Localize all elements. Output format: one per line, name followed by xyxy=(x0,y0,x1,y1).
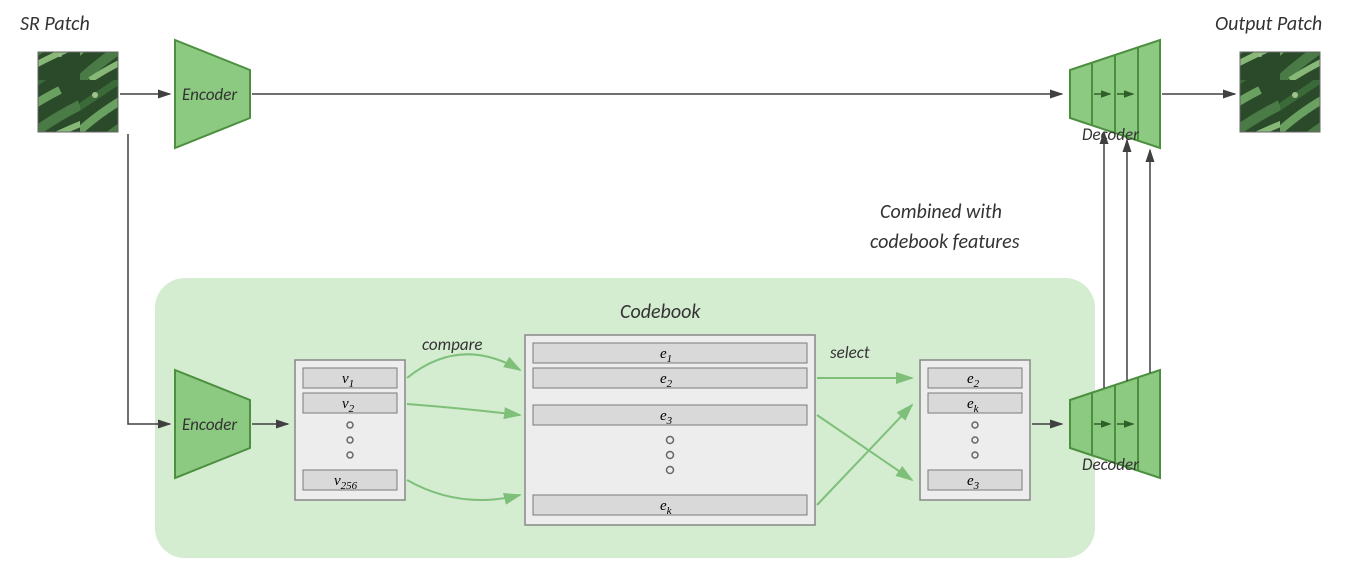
selected-box: e2 ek e3 xyxy=(920,360,1030,500)
sel-1-sub: 2 xyxy=(974,378,980,390)
cb-e1-sub: 1 xyxy=(667,353,673,365)
top-encoder: Encoder xyxy=(175,40,250,148)
latent-v256-sub: 256 xyxy=(341,480,358,492)
sr-patch-image xyxy=(38,52,118,132)
combined-label-2: codebook features xyxy=(870,230,1020,254)
latent-v2-sub: 2 xyxy=(349,403,355,415)
compare-label: compare xyxy=(422,334,483,355)
cb-e2-sub: 2 xyxy=(667,378,673,390)
combined-label-1: Combined with xyxy=(880,200,1002,224)
codebook-box: e1 e2 e3 ek xyxy=(525,335,815,525)
output-patch-label: Output Patch xyxy=(1215,12,1322,36)
select-label: select xyxy=(830,342,870,363)
bottom-encoder-label: Encoder xyxy=(182,414,237,435)
codebook-label: Codebook xyxy=(620,300,701,324)
sr-patch-label: SR Patch xyxy=(20,12,90,36)
latent-box: v1 v2 v256 xyxy=(295,360,405,500)
cb-e3-sub: 3 xyxy=(666,415,673,427)
top-decoder-label: Decoder xyxy=(1082,124,1139,145)
output-patch-image xyxy=(1240,52,1320,132)
top-decoder: Decoder xyxy=(1070,40,1160,148)
top-encoder-label: Encoder xyxy=(182,84,237,105)
latent-v1-sub: 1 xyxy=(349,378,355,390)
sel-3-sub: 3 xyxy=(973,480,980,492)
bottom-decoder-label: Decoder xyxy=(1082,454,1139,475)
